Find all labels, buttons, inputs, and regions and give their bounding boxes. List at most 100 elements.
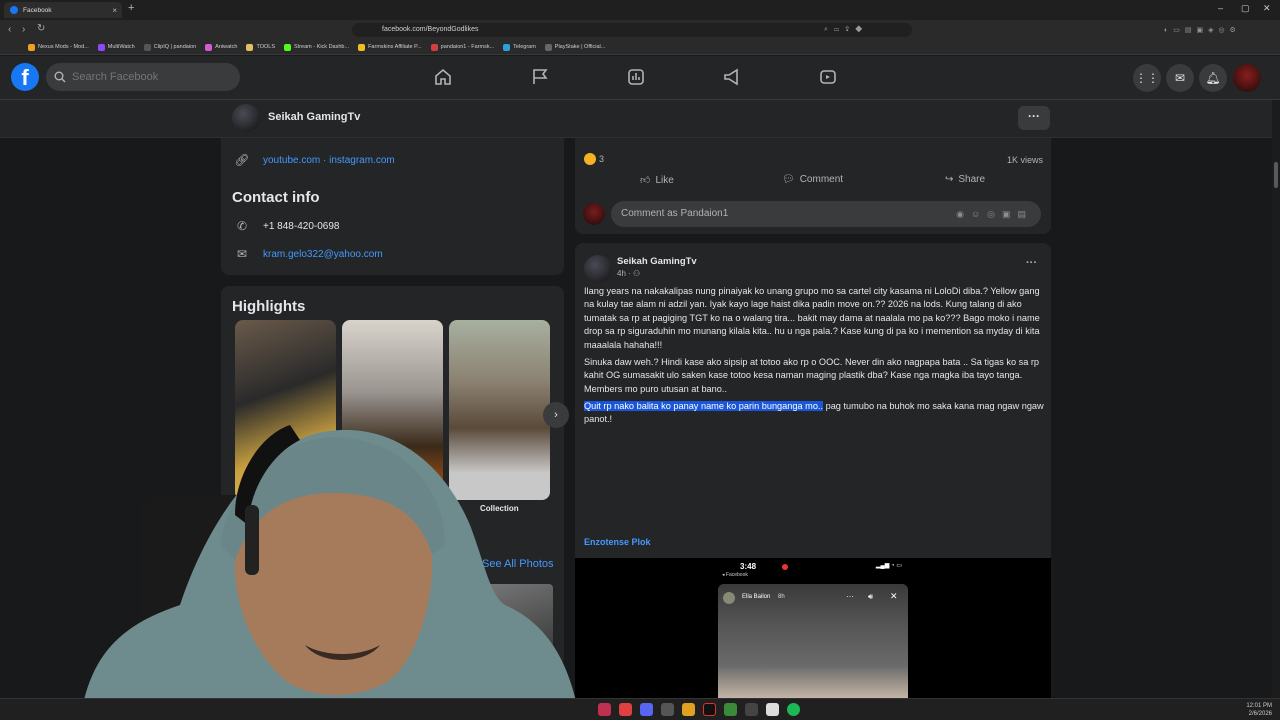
flag-icon[interactable] (531, 68, 549, 86)
taskbar-app-icon[interactable] (682, 703, 695, 716)
highlights-title: Highlights (232, 298, 306, 315)
bookmark-item[interactable]: pandaion1 - Farmsk... (430, 43, 494, 51)
taskbar-app-icon[interactable] (745, 703, 758, 716)
notifications-bell-icon[interactable]: 🔔︎ (1199, 64, 1227, 92)
post-author-name[interactable]: Seikah GamingTv (617, 256, 697, 267)
mute-icon: 🔊︎ (868, 592, 874, 601)
post-paragraph: Sinuka daw weh.? Hindi kase ako sipsip a… (584, 357, 1040, 394)
taskbar-app-icon[interactable] (640, 703, 653, 716)
profile-name[interactable]: Seikah GamingTv (268, 111, 360, 123)
extension-icons[interactable]: ◐▭▤▣◈◎⚙ (1164, 26, 1241, 34)
view-count: 1K views (1006, 155, 1043, 165)
comment-composer: Comment as Pandaion1 ◉☺◎▣▤ (583, 201, 1043, 227)
bookmark-favicon-icon (28, 43, 35, 51)
comment-button[interactable]: 💬︎ Comment (782, 174, 843, 185)
close-tab-icon[interactable]: × (112, 6, 117, 15)
email-icon: ✉ (236, 247, 248, 261)
taskbar-app-icon[interactable] (766, 703, 779, 716)
post-card: Seikah GamingTv 4h · ⚇ ··· Ilang years n… (575, 243, 1051, 720)
scrollbar-thumb[interactable] (1274, 162, 1278, 188)
story-time: 8h (778, 594, 785, 600)
reload-icon[interactable]: ↻ (37, 23, 45, 34)
bookmark-item[interactable]: PlayStake | Official... (544, 43, 605, 51)
signal-battery-icons: ▂▄▆ ◔ ▭ (875, 563, 902, 569)
reaction-summary[interactable]: 3 (584, 153, 604, 165)
system-tray-clock[interactable]: 12:01 PM 2/6/2026 (1246, 702, 1272, 718)
taskbar-app-icon[interactable] (703, 703, 716, 716)
bookmark-item[interactable]: ClipIQ | pandaion (143, 43, 196, 51)
url-action-icons[interactable]: ⌕▭⇪◆ (824, 26, 868, 34)
search-input[interactable] (72, 71, 222, 83)
profile-header-strip: Seikah GamingTv ··· (0, 100, 1280, 138)
comment-input[interactable]: Comment as Pandaion1 ◉☺◎▣▤ (611, 201, 1041, 227)
see-translation-link[interactable]: Enzotense Plok (584, 537, 651, 547)
taskbar-app-icon[interactable] (787, 703, 800, 716)
taskbar-app-icon[interactable] (619, 703, 632, 716)
share-button[interactable]: ↪ Share (945, 174, 985, 185)
bookmark-item[interactable]: Telegram (503, 43, 536, 51)
story-more-icon: ··· (846, 592, 854, 601)
webcam-overlay (80, 425, 580, 720)
bookmark-folder[interactable]: TOOLS (246, 43, 275, 51)
bookmark-item[interactable]: Stream - Kick Dashb... (284, 43, 349, 51)
story-close-icon: ✕ (890, 591, 898, 601)
browser-tab[interactable]: Facebook × (4, 2, 122, 18)
story-user-avatar (723, 592, 735, 604)
account-avatar[interactable] (1233, 64, 1261, 92)
bookmarks-bar: Nexus Mods - Mod... MultiWatch ClipIQ | … (0, 40, 1280, 55)
taskbar-apps (598, 703, 800, 716)
dashboard-icon[interactable] (627, 68, 645, 86)
phone-row: ✆ +1 848-420-0698 (233, 219, 340, 233)
social-links[interactable]: youtube.com · instagram.com (263, 155, 395, 166)
close-window-icon[interactable]: ✕ (1263, 3, 1271, 14)
more-options-button[interactable]: ··· (1018, 106, 1050, 130)
bookmark-item[interactable]: Farmskins Affiliate P... (358, 43, 422, 51)
facebook-logo-icon[interactable]: f (11, 63, 39, 91)
email-address[interactable]: kram.gelo322@yahoo.com (263, 249, 383, 260)
bookmark-favicon-icon (430, 43, 438, 51)
bookmark-favicon-icon (205, 43, 213, 51)
share-arrow-icon: ↪ (945, 174, 954, 185)
bookmark-item[interactable]: Nexus Mods - Mod... (28, 43, 89, 51)
back-icon[interactable]: ‹ (8, 24, 11, 35)
bookmark-item[interactable]: Aniwatch (205, 43, 237, 51)
post-author-avatar[interactable] (584, 255, 612, 283)
folder-icon (246, 43, 254, 51)
post-video[interactable]: 3:48 ◂ Facebook ▂▄▆ ◔ ▭ Ella Bailon 8h ·… (575, 558, 1051, 720)
bookmark-favicon-icon (358, 43, 366, 51)
search-icon (54, 71, 66, 83)
comment-bubble-icon: 💬︎ (782, 174, 795, 185)
story-user-name: Ella Bailon (742, 594, 771, 600)
comment-tools-icons[interactable]: ◉☺◎▣▤ (956, 201, 1033, 227)
page-scrollbar[interactable] (1272, 100, 1280, 698)
post-timestamp[interactable]: 4h · ⚇ (617, 269, 640, 278)
messenger-icon[interactable]: ✉ (1166, 64, 1194, 92)
megaphone-icon[interactable] (723, 68, 741, 86)
search-box[interactable] (46, 63, 240, 91)
facebook-favicon-icon (10, 6, 18, 14)
menu-grid-icon[interactable]: ⋮⋮ (1133, 64, 1161, 92)
post-more-icon[interactable]: ··· (1026, 257, 1037, 269)
taskbar-app-icon[interactable] (598, 703, 611, 716)
like-button[interactable]: 👍︎ Like (640, 174, 674, 187)
video-icon[interactable] (819, 68, 837, 86)
friends-audience-icon: ⚇ (633, 269, 641, 278)
minimize-icon[interactable]: – (1218, 3, 1223, 13)
bookmark-favicon-icon (503, 43, 511, 51)
maximize-icon[interactable]: ▢ (1241, 3, 1250, 14)
taskbar-app-icon[interactable] (724, 703, 737, 716)
bookmark-item[interactable]: MultiWatch (97, 43, 135, 51)
commenter-avatar (583, 203, 605, 225)
new-tab-button[interactable]: + (128, 2, 134, 14)
profile-avatar[interactable] (232, 104, 260, 132)
contact-info-title: Contact info (232, 189, 320, 206)
home-icon[interactable] (434, 68, 452, 86)
post-paragraph: Ilang years na nakakalipas nung pinaiyak… (584, 286, 1040, 350)
bookmark-favicon-icon (284, 43, 292, 51)
taskbar-app-icon[interactable] (661, 703, 674, 716)
previous-post-footer: 3 1K views 👍︎ Like 💬︎ Comment ↪ Share Comme… (575, 138, 1051, 234)
phone-icon: ✆ (236, 219, 248, 233)
links-row: 🔗︎ youtube.com · instagram.com (233, 153, 395, 167)
forward-icon[interactable]: › (22, 24, 25, 35)
selected-text: Quit rp nako balita ko panay name ko par… (584, 401, 824, 411)
